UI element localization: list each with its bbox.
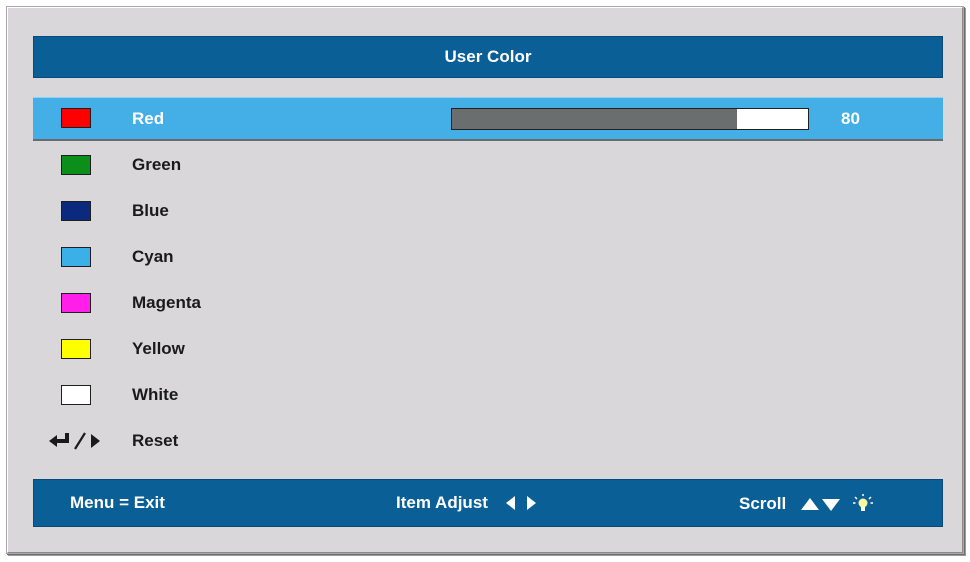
green-swatch-icon	[61, 155, 91, 175]
left-right-arrows-icon	[504, 494, 538, 512]
menu-item-magenta[interactable]: Magenta	[33, 281, 943, 327]
menu-item-label: White	[132, 385, 179, 404]
menu-item-yellow[interactable]: Yellow	[33, 327, 943, 373]
menu-item-white[interactable]: White	[33, 373, 943, 419]
menu-item-blue[interactable]: Blue	[33, 189, 943, 235]
lightbulb-icon	[852, 493, 874, 515]
menu-item-reset[interactable]: Reset	[33, 419, 943, 465]
up-down-arrows-icon	[800, 495, 842, 513]
blue-swatch-icon	[61, 201, 91, 221]
menu-list: Red 80 Green Blue Cyan Magenta Yellow Wh…	[33, 97, 943, 465]
footer-adjust-hint: Item Adjust	[396, 493, 538, 513]
menu-item-label: Green	[132, 155, 182, 174]
osd-window: User Color Red 80 Green Blue Cyan Magent…	[6, 6, 964, 554]
footer-hint-bar: Menu = Exit Item Adjust Scroll	[33, 479, 943, 527]
menu-item-red[interactable]: Red 80	[33, 97, 943, 141]
enter-right-arrow-icon	[47, 429, 111, 453]
menu-item-label: Cyan	[132, 247, 174, 266]
menu-item-label: Red	[132, 109, 165, 128]
menu-item-label: Yellow	[132, 339, 185, 358]
menu-item-label: Magenta	[132, 293, 201, 312]
footer-scroll-hint: Scroll	[739, 493, 874, 515]
red-swatch-icon	[61, 108, 91, 128]
menu-item-cyan[interactable]: Cyan	[33, 235, 943, 281]
exit-hint-label: Menu = Exit	[70, 493, 165, 512]
adjust-hint-label: Item Adjust	[396, 493, 488, 512]
red-level-slider[interactable]	[451, 108, 809, 130]
menu-item-label: Reset	[132, 431, 179, 450]
menu-title-bar: User Color	[33, 36, 943, 78]
menu-item-label: Blue	[132, 201, 169, 220]
slider-value: 80	[841, 109, 860, 128]
menu-title: User Color	[444, 47, 532, 66]
cyan-swatch-icon	[61, 247, 91, 267]
magenta-swatch-icon	[61, 293, 91, 313]
yellow-swatch-icon	[61, 339, 91, 359]
scroll-hint-label: Scroll	[739, 494, 787, 513]
white-swatch-icon	[61, 385, 91, 405]
footer-exit-hint: Menu = Exit	[70, 493, 165, 513]
menu-item-green[interactable]: Green	[33, 143, 943, 189]
slider-fill	[452, 109, 737, 129]
